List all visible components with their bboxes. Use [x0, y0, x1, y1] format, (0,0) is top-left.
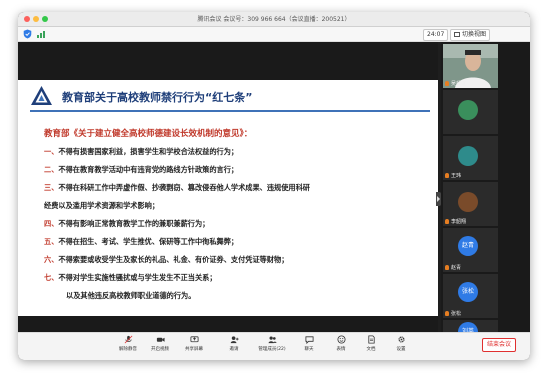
avatar: 赵青 [458, 236, 478, 256]
meeting-timer: 24:07 [423, 29, 449, 41]
camera-icon [156, 337, 165, 342]
participant-tile[interactable]: 张松 张松 [443, 274, 498, 318]
presentation-slide: 教育部关于高校教师禁行行为“红七条” 教育部《关于建立健全高校师德建设长效机制的… [18, 80, 438, 316]
participant-tile[interactable]: 赵青 赵青 [443, 228, 498, 272]
participant-name: 吴颉雄 [445, 80, 466, 87]
meeting-window: 腾讯会议 会议号：309 966 664（会议直播：200521） 24:07 … [18, 12, 530, 360]
university-logo-icon [31, 86, 52, 105]
share-screen-icon [189, 336, 199, 343]
members-icon [267, 336, 277, 344]
toolbar-label: 设置 [396, 347, 406, 352]
rule-item: 五、不得在招生、考试、学生推优、保研等工作中徇私舞弊； [44, 237, 238, 247]
rule-item: 以及其他违反高校教师职业道德的行为。 [66, 291, 195, 301]
title-divider [30, 110, 430, 112]
rule-text: 经费以及滥用学术资源和学术影响； [44, 201, 160, 210]
participant-tile[interactable] [443, 90, 498, 134]
rule-text: 不得有损害国家利益，损害学生和学校合法权益的行为； [58, 147, 239, 156]
window-title: 腾讯会议 会议号：309 966 664（会议直播：200521） [197, 16, 351, 23]
manage-members-button[interactable]: 管理成员(22) [254, 335, 290, 352]
rule-item: 六、不得索要或收受学生及家长的礼品、礼金、有价证券、支付凭证等财物； [44, 255, 288, 265]
participant-tile[interactable]: 吴颉雄 [443, 44, 498, 88]
participant-tile[interactable]: 李韶翔 [443, 182, 498, 226]
document-icon [367, 335, 375, 344]
rule-number: 四、 [44, 219, 59, 228]
invite-icon [230, 336, 239, 344]
rule-item: 一、不得有损害国家利益，损害学生和学校合法权益的行为； [44, 147, 238, 157]
toolbar-label: 邀请 [229, 347, 239, 352]
participant-name: 张松 [445, 310, 461, 317]
rule-item: 三、不得在科研工作中弄虚作假、抄袭剽窃、篡改侵吞他人学术成果、违规使用科研 [44, 183, 310, 193]
rule-number: 五、 [44, 237, 59, 246]
rule-text: 不得在科研工作中弄虚作假、抄袭剽窃、篡改侵吞他人学术成果、违规使用科研 [58, 183, 310, 192]
participant-panel: 吴颉雄 王玮 李韶翔 赵青 赵青 张松 张松 刘英 [441, 42, 530, 332]
unmute-button[interactable]: 解除静音 [110, 335, 146, 352]
rule-text: 不得索要或收受学生及家长的礼品、礼金、有价证券、支付凭证等财物； [58, 255, 289, 264]
toolbar-label: 管理成员(22) [258, 347, 286, 352]
rule-text: 不得在招生、考试、学生推优、保研等工作中徇私舞弊； [58, 237, 239, 246]
rule-number: 六、 [44, 255, 59, 264]
participant-tile[interactable]: 刘英 [443, 320, 498, 332]
toolbar-label: 聊天 [304, 347, 314, 352]
rule-item: 四、不得有影响正常教育教学工作的兼职兼薪行为； [44, 219, 209, 229]
rule-number: 三、 [44, 183, 59, 192]
title-bar: 腾讯会议 会议号：309 966 664（会议直播：200521） [18, 12, 530, 27]
slide-subtitle: 教育部《关于建立健全高校师德建设长效机制的意见》： [44, 129, 253, 139]
gear-icon [397, 336, 405, 343]
start-video-button[interactable]: 开启视频 [142, 335, 178, 352]
share-screen-button[interactable]: 共享屏幕 [176, 335, 212, 352]
shield-icon[interactable] [23, 29, 32, 39]
avatar: 张松 [458, 282, 478, 302]
rule-text: 不得有影响正常教育教学工作的兼职兼薪行为； [58, 219, 210, 228]
rule-number: 一、 [44, 147, 59, 156]
microphone-icon [445, 219, 449, 224]
microphone-icon [445, 265, 449, 270]
microphone-icon [445, 81, 449, 86]
participant-tile[interactable]: 王玮 [443, 136, 498, 180]
avatar [458, 100, 478, 120]
rule-number: 二、 [44, 165, 59, 174]
meeting-info-bar: 24:07 切换视图 [18, 27, 530, 42]
participant-name: 李韶翔 [445, 218, 466, 225]
rule-text: 以及其他违反高校教师职业道德的行为。 [66, 291, 196, 300]
rule-item: 七、不得对学生实施性骚扰或与学生发生不正当关系； [44, 273, 217, 283]
chat-icon [304, 336, 314, 344]
avatar [458, 146, 478, 166]
switch-view-label: 切换视图 [462, 31, 487, 38]
rule-number: 七、 [44, 273, 59, 282]
shared-screen-area: 教育部关于高校教师禁行行为“红七条” 教育部《关于建立健全高校师德建设长效机制的… [18, 42, 441, 332]
participant-name: 赵青 [445, 264, 461, 271]
microphone-icon [445, 173, 449, 178]
rule-item: 二、不得在教育教学活动中有违背党的路线方针政策的言行； [44, 165, 238, 175]
toolbar-label: 开启视频 [151, 347, 169, 352]
grid-view-icon [454, 32, 460, 37]
rule-text: 不得对学生实施性骚扰或与学生发生不正当关系； [58, 273, 217, 282]
participant-name: 王玮 [445, 172, 461, 179]
settings-button[interactable]: 设置 [383, 335, 419, 352]
signal-icon[interactable] [37, 30, 45, 38]
invite-button[interactable]: 邀请 [216, 335, 252, 352]
slide-title: 教育部关于高校教师禁行行为“红七条” [62, 91, 253, 104]
microphone-icon [445, 311, 449, 316]
chat-button[interactable]: 聊天 [291, 335, 327, 352]
toolbar-label: 共享屏幕 [185, 347, 203, 352]
avatar: 刘英 [458, 322, 478, 332]
mic-muted-icon [124, 335, 132, 344]
avatar [458, 192, 478, 212]
rule-item: 经费以及滥用学术资源和学术影响； [44, 201, 159, 211]
meeting-toolbar: 解除静音 开启视频 共享屏幕 邀请 管理成员(22) 聊天 表情 文档 设置 结… [18, 332, 530, 360]
switch-view-button[interactable]: 切换视图 [450, 29, 491, 41]
toolbar-label: 解除静音 [119, 347, 137, 352]
emoji-icon [336, 335, 346, 344]
rule-text: 不得在教育教学活动中有违背党的路线方针政策的言行； [58, 165, 239, 174]
end-meeting-button[interactable]: 结束会议 [482, 338, 517, 352]
